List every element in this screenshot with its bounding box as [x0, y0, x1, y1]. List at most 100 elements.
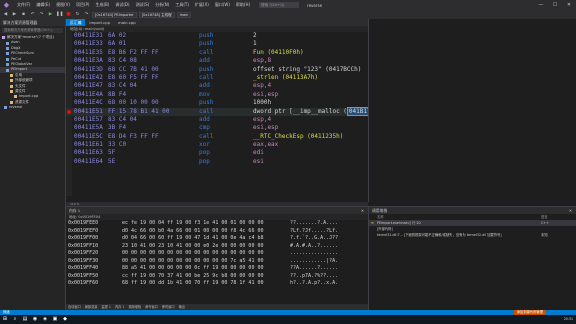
- disasm-line[interactable]: 00411E35 E8 B6 F2 FF FF call Fun (04110F0h): [66, 49, 368, 57]
- forward-icon[interactable]: ▶: [11, 12, 18, 17]
- disasm-line[interactable]: 00411E47 83 C4 04 add esp,4: [66, 82, 368, 90]
- back-icon[interactable]: ◀: [2, 12, 9, 17]
- memory-ascii: ??..p7A.?%??....: [290, 272, 339, 279]
- disasm-line[interactable]: 00411E42 E8 60 F5 FF FF call _strlen (04113…: [66, 74, 368, 82]
- menu-item[interactable]: 视图(V): [53, 0, 73, 10]
- project-icon: [14, 95, 17, 99]
- app-icon[interactable]: ◆: [60, 315, 70, 324]
- tree-item[interactable]: reverse: [0, 105, 65, 110]
- visual-studio-logo-icon: ◆: [3, 0, 10, 9]
- menu-item[interactable]: 帮助(H): [233, 0, 253, 10]
- browser-icon[interactable]: ◉: [30, 315, 40, 324]
- memory-row[interactable]: 0x0019FF20 00 00 00 00 00 00 00 00 00 00 …: [66, 250, 368, 258]
- disasm-line[interactable]: 00411E57 83 C4 04 add esp,4: [66, 116, 368, 124]
- disasm-line[interactable]: 00411E61 33 C0 xor eax,eax: [66, 141, 368, 149]
- disasm-line[interactable]: 00411E5C E8 D4 F3 FF FF call __RTC_CheckEsp…: [66, 133, 368, 141]
- stop-icon[interactable]: ■: [65, 12, 72, 17]
- memory-row[interactable]: 0x0019FF40 88 a5 41 00 00 00 00 00 0c ff …: [66, 265, 368, 273]
- call-stack-row[interactable]: kernel32.dll!7... [下面的框架可能不正确和/或缺失，没有为 k…: [369, 232, 576, 238]
- continue-icon[interactable]: ▶: [47, 12, 54, 17]
- disasm-mnemonic: add: [199, 82, 210, 90]
- memory-row[interactable]: 0x0019FEF0 d0 4c 66 00 b0 4a 66 00 01 00 …: [66, 228, 368, 236]
- col-name[interactable]: 名称: [377, 215, 384, 219]
- menu-item[interactable]: 分析(N): [152, 0, 172, 10]
- thread-dropdown[interactable]: [0x16748] 主线程: [138, 11, 175, 18]
- menu-item[interactable]: 项目(P): [73, 0, 93, 10]
- memory-row[interactable]: 0x0019FF30 00 00 00 00 00 00 00 00 00 00 …: [66, 258, 368, 266]
- menu-item[interactable]: 窗口(W): [212, 0, 233, 10]
- menu-item[interactable]: 文件(F): [14, 0, 33, 10]
- process-dropdown[interactable]: [0x16740] PEImporter: [92, 11, 137, 18]
- minimize-button[interactable]: —: [534, 0, 548, 10]
- task-view-icon[interactable]: ▤: [20, 315, 30, 324]
- visual-studio-icon[interactable]: ◈: [40, 315, 50, 324]
- disasm-line[interactable]: 00411E33 6A 01 push 1: [66, 40, 368, 48]
- menu-item[interactable]: 扩展(X): [192, 0, 212, 10]
- disasm-line[interactable]: 00411E51 FF 15 78 B1 41 00 call dword ptr […: [66, 106, 368, 116]
- disasm-line[interactable]: 00411E4C 68 00 10 00 00 push 1000h: [66, 99, 368, 107]
- solution-search-input[interactable]: 搜索解决方案资源管理器(Ctrl+;): [2, 28, 63, 33]
- disasm-bytes: FF 15 78 B1 41 00: [108, 107, 170, 115]
- editor-tab[interactable]: main.cpp: [114, 19, 140, 26]
- stack-frame-dropdown[interactable]: main: [176, 11, 192, 18]
- breakpoint-icon[interactable]: [67, 109, 71, 114]
- memory-close-icon[interactable]: ✕: [361, 207, 364, 214]
- disasm-mnemonic: push: [199, 99, 214, 107]
- undo-icon[interactable]: ↶: [29, 12, 36, 17]
- project-icon: [10, 73, 13, 77]
- disasm-line[interactable]: 00411E31 6A 02 push 2: [66, 32, 368, 40]
- project-icon: [6, 52, 9, 56]
- disasm-line[interactable]: 00411E3A 83 C4 08 add esp,8: [66, 57, 368, 65]
- restart-icon[interactable]: ↻: [74, 12, 81, 17]
- memory-row[interactable]: 0x0019FF50 cc ff 19 00 70 37 41 00 be 25 …: [66, 273, 368, 281]
- disasm-mnemonic: call: [199, 48, 214, 56]
- memory-row[interactable]: 0x0019FEE0 ec fe 19 00 04 ff 19 00 f3 1e …: [66, 220, 368, 228]
- memory-row[interactable]: 0x0019FF60 68 ff 19 00 dd 1b 41 00 70 ff …: [66, 280, 368, 288]
- maximize-button[interactable]: ☐: [548, 0, 562, 10]
- memory-bytes: 88 a5 41 00 00 00 00 00 0c ff 19 00 00 0…: [122, 265, 264, 271]
- disasm-bytes: 83 C4 04: [108, 115, 137, 123]
- disasm-operand: 1: [253, 40, 257, 48]
- start-icon[interactable]: ⊞: [0, 315, 10, 324]
- explorer-icon[interactable]: ▣: [50, 315, 60, 324]
- toolbar: ◀ ▶ ▪ ↶ ↷ ▶ ❚❚ ■ ↻ ↷ [0x16740] PEImporte…: [0, 10, 576, 19]
- pause-icon[interactable]: ❚❚: [56, 12, 64, 17]
- editor-tab[interactable]: 反汇编: [66, 19, 86, 26]
- disasm-line[interactable]: 00411E5A 3B F4 cmp esi,esp: [66, 124, 368, 132]
- menu-item[interactable]: 编辑(E): [33, 0, 53, 10]
- editor-tabs: 反汇编 import.cpp main.cpp: [66, 19, 368, 26]
- memory-row[interactable]: 0x0019FF00 d0 04 66 00 60 ff 19 00 47 1d …: [66, 235, 368, 243]
- menu-item[interactable]: 调试(D): [112, 0, 132, 10]
- disasm-line[interactable]: 00411E64 5E pop esi: [66, 158, 368, 166]
- disasm-mnemonic: call: [199, 73, 214, 81]
- close-button[interactable]: ✕: [562, 0, 576, 10]
- menu-item[interactable]: 生成(B): [92, 0, 112, 10]
- project-icon: [4, 106, 7, 110]
- call-stack-close-icon[interactable]: ✕: [569, 207, 572, 214]
- disasm-operand: dword ptr [__imp__malloc (041B178h)]已用时间…: [253, 106, 368, 116]
- call-stack-window: 调用堆栈 ✕ 名称 语言 ➡ PEImport.exe!main() 行 20 C+…: [368, 206, 576, 310]
- disasm-bytes: 6A 02: [108, 32, 127, 39]
- redo-icon[interactable]: ↷: [38, 12, 45, 17]
- memory-address: 0x0019FF40: [68, 265, 99, 271]
- call-stack-title: 调用堆栈: [372, 208, 388, 213]
- disassembly-view[interactable]: 00411E31 6A 02 push 2 00411E33 6A 01 push 1 0041…: [66, 32, 368, 196]
- memory-row[interactable]: 0x0019FF10 23 10 41 00 23 10 41 00 00 e0 …: [66, 243, 368, 251]
- memory-address: 0x0019FF60: [68, 280, 99, 286]
- step-over-icon[interactable]: ↷: [83, 12, 90, 17]
- disasm-mnemonic: xor: [199, 141, 210, 149]
- menu-item[interactable]: 工具(T): [172, 0, 192, 10]
- save-icon[interactable]: ▪: [20, 12, 27, 17]
- search-icon[interactable]: ⌕: [10, 315, 20, 324]
- window-controls: — ☐ ✕: [534, 0, 576, 10]
- search-input[interactable]: 搜索 (Ctrl+Q): [259, 2, 300, 8]
- disasm-line[interactable]: 00411E63 5F pop edi: [66, 149, 368, 157]
- menu-item[interactable]: 测试(S): [133, 0, 153, 10]
- editor-tab[interactable]: import.cpp: [85, 19, 114, 26]
- memory-ascii: ??A......?......: [290, 265, 339, 271]
- disasm-line[interactable]: 00411E3D 68 CC 7B 41 00 push offset string …: [66, 66, 368, 74]
- disasm-line[interactable]: 00411E4A 8B F4 mov esi,esp: [66, 91, 368, 99]
- disasm-mnemonic: pop: [199, 157, 210, 165]
- disasm-operand: esp,4: [253, 82, 272, 90]
- project-icon: [6, 63, 9, 67]
